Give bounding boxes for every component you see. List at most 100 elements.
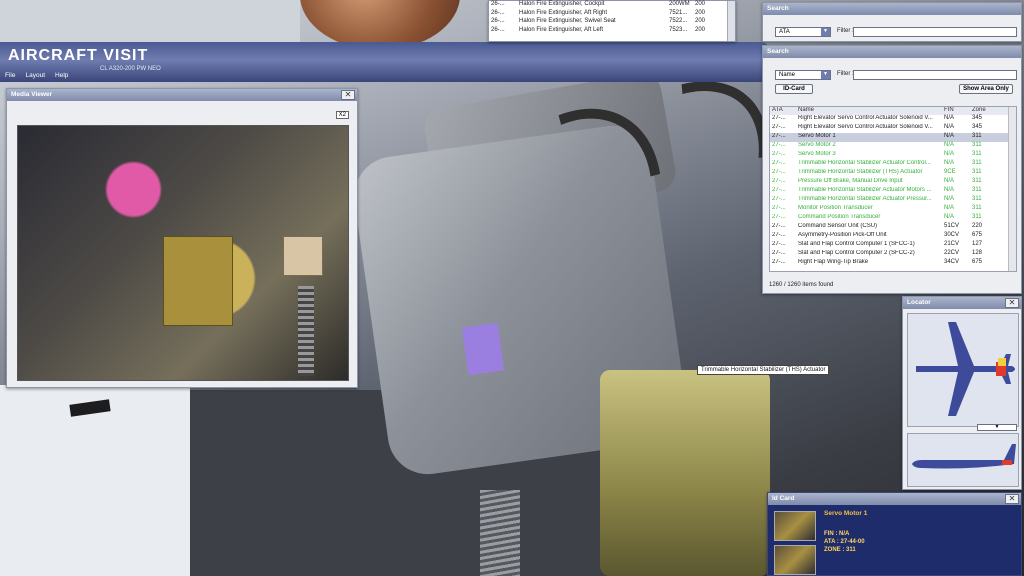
- id-card-ata: ATA : 27-44-00: [824, 539, 865, 545]
- cell-fin: N/A: [944, 160, 955, 166]
- filter-label: Filter :: [837, 71, 854, 77]
- table-row[interactable]: 27-... Slat and Flap Control Computer 1 (…: [770, 241, 1016, 250]
- close-icon[interactable]: ✕: [1005, 298, 1019, 308]
- chevron-down-icon: ▼: [821, 28, 830, 36]
- list-item[interactable]: 26-... Halon Fire Extinguisher, Cockpit 20…: [489, 1, 735, 10]
- scene-panel-left: [0, 385, 190, 576]
- cell-zone: 311: [972, 142, 982, 148]
- locator-window: Locator ✕ ▼: [902, 296, 1022, 490]
- locator-side-view[interactable]: [907, 433, 1019, 487]
- top-result-list: 26-... Halon Fire Extinguisher, Cockpit 20…: [488, 0, 736, 42]
- table-row[interactable]: 27-... Right Elevator Servo Control Actua…: [770, 115, 1016, 124]
- cell-fin: N/A: [944, 196, 955, 202]
- component-tooltip: Trimmable Horizontal Stabilizer (THS) Ac…: [697, 365, 830, 375]
- cell-name: Right Flap Wing-Tip Brake: [798, 259, 869, 265]
- cell-fin: N/A: [944, 151, 955, 157]
- zoom-x2-button[interactable]: X2: [335, 111, 349, 119]
- id-card-thumbnail[interactable]: [774, 545, 816, 575]
- column-fin[interactable]: FIN: [944, 107, 972, 115]
- scene-servo-motor[interactable]: [600, 370, 770, 576]
- id-card-window: Id Card ✕ Servo Motor 1 FIN : N/A ATA : …: [767, 492, 1022, 576]
- table-row[interactable]: 27-... Servo Motor 2 N/A 311: [770, 142, 1016, 151]
- table-row[interactable]: 27-... Trimmable Horizontal Stabilizer Ac…: [770, 160, 1016, 169]
- locator-slider[interactable]: ▼: [977, 424, 1017, 431]
- cell-fin: 51CV: [944, 223, 960, 229]
- filter-input[interactable]: [853, 70, 1017, 80]
- window-title: Search: [763, 3, 1021, 15]
- aircraft-side-view-icon: [912, 444, 1016, 469]
- table-row[interactable]: 27-... Command Sensor Unit (CSU) 51CV 220: [770, 223, 1016, 232]
- search-window-ata: Search ATA ▼ Filter :: [762, 2, 1022, 42]
- cell-ata: 27-...: [772, 169, 786, 175]
- id-card-zone: ZONE : 311: [824, 547, 856, 553]
- table-row[interactable]: 27-... Trimmable Horizontal Stabilizer Ac…: [770, 196, 1016, 205]
- search-mode-select[interactable]: Name ▼: [775, 70, 831, 80]
- cell-ata: 27-...: [772, 124, 786, 130]
- table-row[interactable]: 27-... Right Elevator Servo Control Actua…: [770, 124, 1016, 133]
- scene-panel-top: [0, 0, 300, 42]
- locator-top-view[interactable]: [907, 313, 1019, 427]
- cell-ata: 27-...: [772, 178, 786, 184]
- cell-name: Trimmable Horizontal Stabilizer Actuator…: [798, 160, 931, 166]
- list-item[interactable]: 26-... Halon Fire Extinguisher, Swivel Se…: [489, 18, 735, 27]
- table-row[interactable]: 27-... Command Position Transducer N/A 311: [770, 214, 1016, 223]
- cell-zone: 311: [972, 187, 982, 193]
- cell-fin: 22CV: [944, 250, 960, 256]
- scrollbar[interactable]: [727, 1, 735, 41]
- cell-zone: 311: [972, 214, 982, 220]
- table-row[interactable]: 27-... Monitor Position Transducer N/A 311: [770, 205, 1016, 214]
- cell-fin: 34CV: [944, 259, 960, 265]
- list-item[interactable]: 26-... Halon Fire Extinguisher, Aft Right…: [489, 10, 735, 19]
- column-zone[interactable]: Zone: [972, 107, 998, 115]
- cell-zone: 345: [972, 115, 983, 121]
- table-row[interactable]: 27-... Asymmetry-Position Pick-Off Unit 30…: [770, 232, 1016, 241]
- cell-fin: N/A: [944, 205, 955, 211]
- cell-ata: 27-...: [772, 196, 786, 202]
- column-ata[interactable]: ATA: [770, 107, 798, 115]
- close-icon[interactable]: ✕: [341, 90, 355, 100]
- table-row[interactable]: 27-... Right Flap Wing-Tip Brake 34CV 675: [770, 259, 1016, 268]
- scrollbar[interactable]: [1008, 107, 1016, 271]
- menu-layout[interactable]: Layout: [25, 72, 45, 84]
- menu-bar: File Layout Help: [0, 72, 68, 84]
- id-card-thumbnail[interactable]: [774, 511, 816, 541]
- cell-fin: 21CV: [944, 241, 960, 247]
- cell-name: Servo Motor 3: [798, 151, 836, 157]
- cell-fin: N/A: [944, 142, 955, 148]
- menu-file[interactable]: File: [5, 72, 15, 84]
- cell-zone: 675: [972, 232, 983, 238]
- filter-input[interactable]: [853, 27, 1017, 37]
- id-card-name: Servo Motor 1: [824, 510, 868, 517]
- menu-help[interactable]: Help: [55, 72, 68, 84]
- window-title: Id Card: [768, 493, 1021, 505]
- table-row[interactable]: 27-... Servo Motor 3 N/A 311: [770, 151, 1016, 160]
- cell-zone: 311: [972, 178, 982, 184]
- scene-spring: [480, 490, 520, 576]
- cell-fin: N/A: [944, 115, 955, 121]
- cell-name: Asymmetry-Position Pick-Off Unit: [798, 232, 887, 238]
- app-header: AIRCRAFT VISIT CL A320-200 PW NEO: [0, 42, 770, 82]
- close-icon[interactable]: ✕: [1005, 494, 1019, 504]
- table-row[interactable]: 27-... Trimmable Horizontal Stabilizer (T…: [770, 169, 1016, 178]
- column-name[interactable]: Name: [798, 107, 944, 115]
- cell-ata: 27-...: [772, 205, 786, 211]
- id-card-fin: FIN : N/A: [824, 531, 850, 537]
- table-row[interactable]: 27-... Servo Motor 1 N/A 311: [770, 133, 1016, 142]
- id-card-button[interactable]: ID-Card: [775, 84, 813, 94]
- search-mode-select[interactable]: ATA ▼: [775, 27, 831, 37]
- cell-zone: 128: [972, 250, 983, 256]
- cell-fin: 9CE: [944, 169, 956, 175]
- cell-zone: 311: [972, 196, 982, 202]
- show-area-only-button[interactable]: Show Area Only: [959, 84, 1013, 94]
- table-row[interactable]: 27-... Pressure Off Brake, Manual Drive I…: [770, 178, 1016, 187]
- cell-zone: 675: [972, 259, 983, 265]
- results-table: ATA Name FIN Zone 27-... Right Elevator S…: [769, 106, 1017, 272]
- table-row[interactable]: 27-... Slat and Flap Control Computer 2 (…: [770, 250, 1016, 259]
- cell-fin: N/A: [944, 124, 955, 130]
- table-row[interactable]: 27-... Trimmable Horizontal Stabilizer Ac…: [770, 187, 1016, 196]
- table-header: ATA Name FIN Zone: [770, 107, 1016, 115]
- list-item[interactable]: 26-... Halon Fire Extinguisher, Aft Left 7…: [489, 27, 735, 36]
- cell-name: Right Elevator Servo Control Actuator So…: [798, 115, 933, 121]
- cell-zone: 311: [972, 169, 982, 175]
- window-title: Locator: [903, 297, 1021, 309]
